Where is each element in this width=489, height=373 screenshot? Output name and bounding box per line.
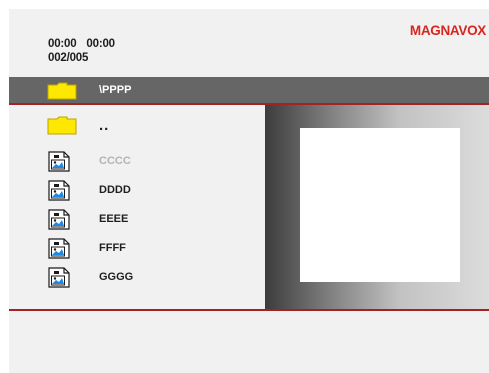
picture-file-icon	[47, 236, 75, 265]
picture-file-icon	[47, 178, 75, 207]
list-item-parent-folder[interactable]: ..	[9, 115, 265, 143]
picture-preview	[300, 128, 460, 282]
brand-logo: MAGNAVOX	[409, 23, 486, 38]
list-item-file[interactable]: CCCC	[9, 149, 265, 177]
total-time: 00:00	[86, 38, 115, 50]
picture-file-icon	[47, 207, 75, 236]
list-item-label: CCCC	[99, 155, 131, 167]
list-item-label: GGGG	[99, 271, 134, 283]
list-item-file[interactable]: EEEE	[9, 207, 265, 235]
list-item-label: DDDD	[99, 184, 131, 196]
player-screen: 00:00 00:00 002/005 MAGNAVOX \PPPP .. CC…	[9, 9, 489, 373]
current-path: \PPPP	[99, 84, 132, 96]
list-item-label: FFFF	[99, 242, 126, 254]
footer-area	[9, 311, 489, 373]
file-list: .. CCCC DDDD EEEE FFFF GGGG	[9, 105, 265, 309]
list-item-label: ..	[99, 117, 110, 134]
list-item-label: EEEE	[99, 213, 129, 225]
current-path-bar: \PPPP	[9, 77, 489, 105]
track-counter: 002/005	[48, 52, 89, 64]
list-item-file[interactable]: FFFF	[9, 236, 265, 264]
list-item-file[interactable]: GGGG	[9, 265, 265, 293]
picture-file-icon	[47, 265, 75, 294]
folder-icon	[47, 115, 77, 140]
list-item-file[interactable]: DDDD	[9, 178, 265, 206]
status-header: 00:00 00:00 002/005 MAGNAVOX	[9, 9, 489, 77]
elapsed-time: 00:00	[48, 38, 77, 50]
folder-icon	[47, 82, 77, 105]
time-display: 00:00 00:00	[48, 38, 115, 50]
picture-file-icon	[47, 149, 75, 178]
preview-panel	[265, 105, 489, 309]
